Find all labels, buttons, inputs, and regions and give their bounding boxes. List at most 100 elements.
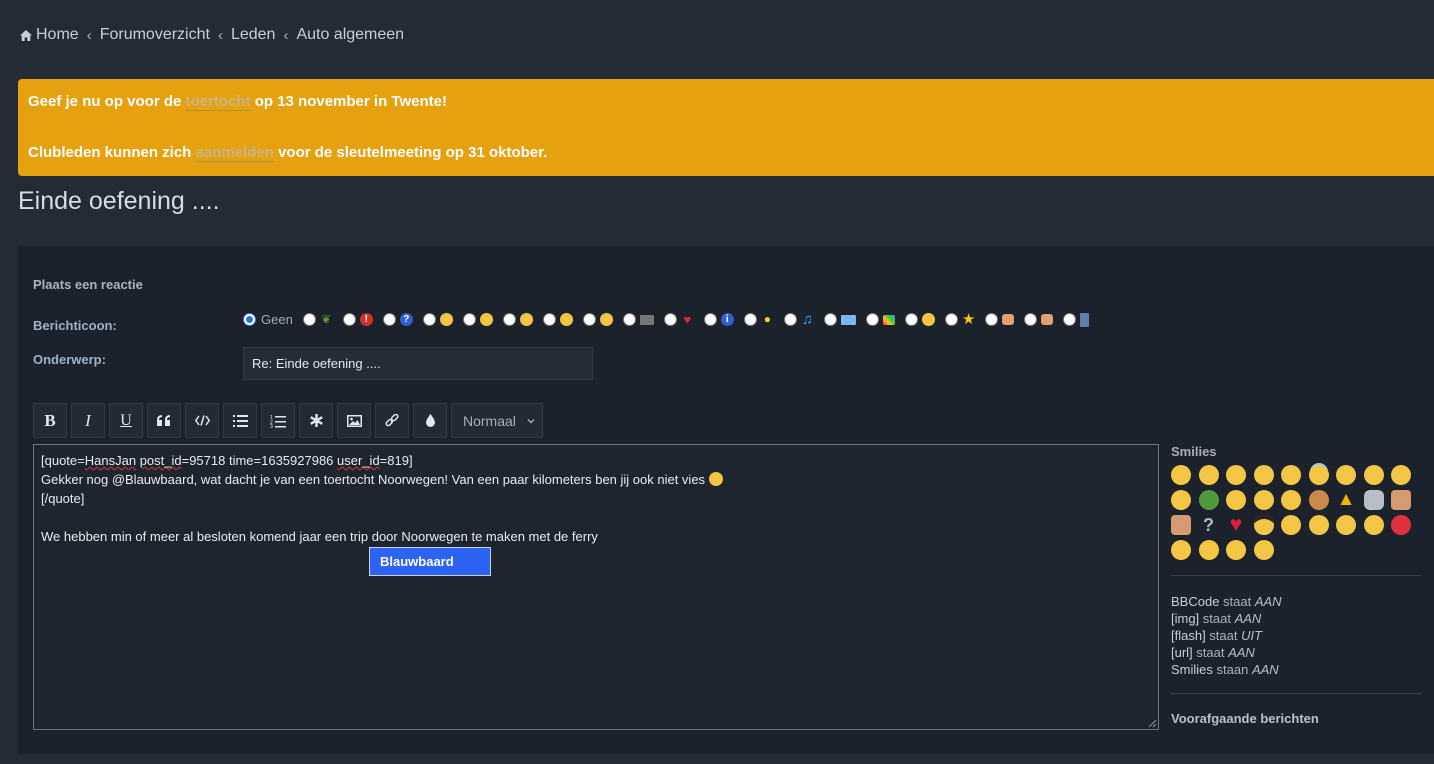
list-item-button[interactable] (299, 403, 333, 438)
list-button[interactable] (223, 403, 257, 438)
message-textarea[interactable]: [quote=HansJan post_id=95718 time=163592… (33, 444, 1159, 730)
numbered-list-button[interactable]: 123 (261, 403, 295, 438)
radio-button[interactable] (663, 313, 677, 326)
rolling-eyes-icon[interactable] (1308, 515, 1329, 535)
post-icon-option[interactable] (823, 313, 856, 326)
radio-button[interactable] (243, 313, 256, 326)
radio-button[interactable] (622, 313, 636, 326)
tongue-icon[interactable] (1281, 515, 1301, 535)
post-icon-option[interactable] (462, 313, 493, 326)
frowning-icon[interactable] (1336, 515, 1356, 535)
home-icon[interactable] (19, 29, 33, 42)
subject-input[interactable] (243, 347, 593, 380)
status-key[interactable]: BBCode (1171, 594, 1219, 609)
rage-icon[interactable] (1391, 515, 1411, 535)
aanmelden-link[interactable]: aanmelden (195, 144, 274, 162)
post-icon-option[interactable] (502, 313, 533, 326)
post-icon-option[interactable] (1023, 313, 1053, 326)
post-icon-option[interactable] (904, 313, 935, 326)
breadcrumb-forumoverzicht[interactable]: Forumoverzicht (100, 26, 210, 44)
wink-icon[interactable] (1391, 465, 1411, 485)
status-key[interactable]: [url] (1171, 645, 1193, 660)
radio-button[interactable] (783, 313, 797, 326)
previous-posts-link[interactable]: Voorafgaande berichten (1171, 711, 1421, 726)
toertocht-link[interactable]: toertocht (185, 93, 251, 111)
link-button[interactable] (375, 403, 409, 438)
cookie-icon[interactable] (1308, 490, 1329, 510)
thumbs-up-icon[interactable] (1171, 515, 1191, 535)
sunglasses-icon[interactable] (1253, 515, 1274, 535)
post-icon-option-none[interactable]: Geen (243, 312, 293, 327)
innocent-icon[interactable] (1308, 465, 1329, 485)
status-key[interactable]: [flash] (1171, 628, 1206, 643)
rolling-eyes-alt-icon[interactable] (1363, 490, 1384, 510)
post-icon-option[interactable]: i (703, 313, 734, 326)
radio-button[interactable] (984, 313, 998, 326)
radio-button[interactable] (703, 313, 717, 326)
mention-suggestion[interactable]: Blauwbaard (369, 547, 491, 576)
heart-icon[interactable]: ♥ (1226, 513, 1246, 536)
post-icon-option[interactable]: ♫ (783, 312, 814, 327)
status-key[interactable]: [img] (1171, 611, 1199, 626)
post-icon-option[interactable]: ♥ (663, 313, 694, 326)
post-icon-option[interactable] (984, 313, 1014, 326)
radio-button[interactable] (865, 313, 879, 326)
post-icon-option[interactable] (582, 313, 613, 326)
sleeping-icon[interactable] (1363, 465, 1384, 485)
post-icon-option[interactable] (865, 313, 895, 326)
post-icon-option[interactable]: ● (743, 313, 774, 326)
post-icon-option[interactable] (622, 313, 654, 326)
image-button[interactable] (337, 403, 371, 438)
expressionless-icon[interactable] (1226, 465, 1246, 485)
post-icon-option[interactable] (422, 313, 453, 326)
flushed-icon[interactable] (1253, 465, 1274, 485)
post-icon-option[interactable]: ! (342, 313, 373, 326)
bold-button[interactable]: B (33, 403, 67, 438)
blush-icon[interactable] (1171, 540, 1191, 560)
question-icon[interactable]: ? (1199, 515, 1219, 535)
tongue-wink-icon[interactable] (1171, 490, 1191, 510)
resize-handle-icon[interactable] (1147, 718, 1157, 728)
sleepy-icon[interactable] (1226, 540, 1246, 560)
underline-button[interactable]: U (109, 403, 143, 438)
post-icon-option[interactable] (542, 313, 573, 326)
font-size-select[interactable]: Normaal (451, 403, 543, 438)
breadcrumb-auto-algemeen[interactable]: Auto algemeen (296, 26, 404, 44)
neutral-icon[interactable] (1253, 490, 1274, 510)
radio-button[interactable] (743, 313, 757, 326)
breadcrumb-home[interactable]: Home (36, 26, 79, 44)
warning-icon[interactable]: ▲ (1336, 489, 1356, 510)
angry-icon[interactable] (1363, 515, 1384, 535)
radio-button[interactable] (542, 313, 556, 326)
italic-button[interactable]: I (71, 403, 105, 438)
post-icon-option[interactable] (1062, 312, 1089, 327)
radio-button[interactable] (382, 313, 396, 326)
radio-button[interactable] (302, 313, 316, 326)
radio-button[interactable] (502, 313, 516, 326)
breadcrumb-leden[interactable]: Leden (231, 26, 276, 44)
radio-button[interactable] (904, 313, 918, 326)
radio-button[interactable] (944, 313, 958, 326)
radio-button[interactable] (823, 313, 837, 326)
quote-button[interactable] (147, 403, 181, 438)
radio-button[interactable] (582, 313, 596, 326)
confused-icon[interactable] (1198, 540, 1219, 560)
kiss-icon[interactable] (1198, 465, 1219, 485)
confounded-icon[interactable] (1336, 465, 1356, 485)
color-button[interactable] (413, 403, 447, 438)
radio-button[interactable] (462, 313, 476, 326)
joy-icon[interactable] (1281, 465, 1301, 485)
radio-button[interactable] (422, 313, 436, 326)
sob-icon[interactable] (1253, 540, 1274, 560)
post-icon-option[interactable]: ? (382, 313, 413, 326)
radio-button[interactable] (1062, 313, 1076, 326)
radio-button[interactable] (342, 313, 356, 326)
thumbs-down-icon[interactable] (1391, 490, 1411, 510)
code-button[interactable] (185, 403, 219, 438)
radio-button[interactable] (1023, 313, 1037, 326)
smile-icon[interactable] (1171, 465, 1191, 485)
unamused-icon[interactable] (1226, 490, 1246, 510)
post-icon-option[interactable]: ★ (944, 312, 975, 327)
post-icon-option[interactable]: ❦ (302, 313, 333, 326)
grinning-icon[interactable] (1281, 490, 1301, 510)
